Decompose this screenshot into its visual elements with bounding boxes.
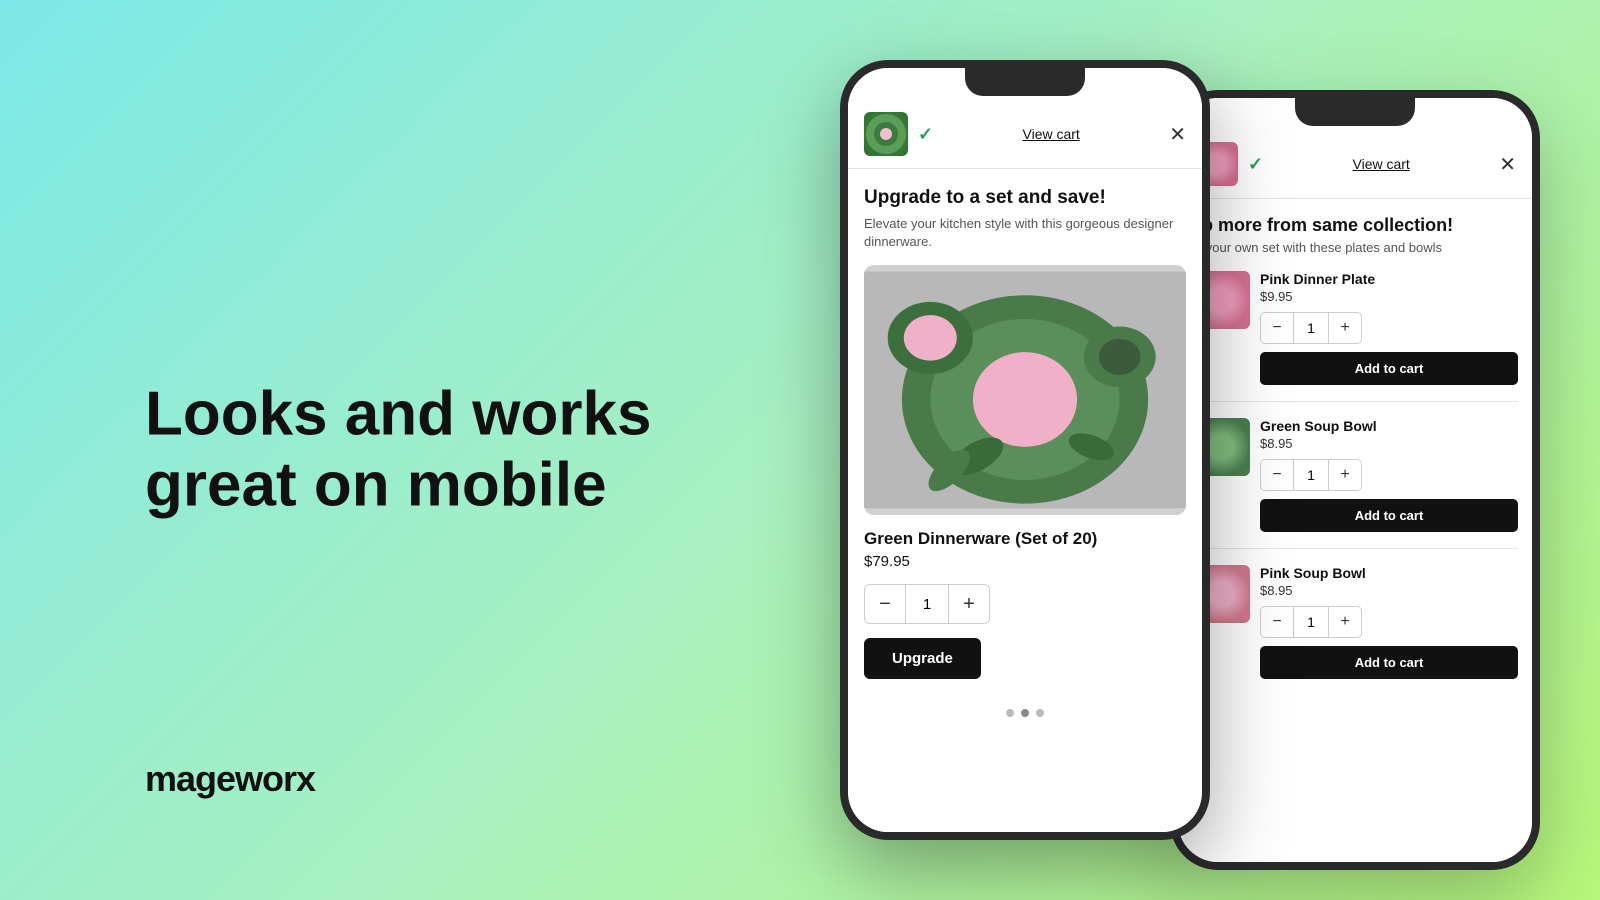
- product-3-qty-value: 1: [1293, 607, 1329, 637]
- phone1-qty-control: − 1 +: [864, 584, 990, 624]
- product-2-qty-plus[interactable]: +: [1329, 460, 1361, 490]
- product-3-add-cart-btn[interactable]: Add to cart: [1260, 646, 1518, 679]
- product-row-1-info: Pink Dinner Plate $9.95 − 1 + Add to car…: [1260, 271, 1518, 385]
- phone1-qty-plus[interactable]: +: [949, 585, 989, 623]
- phone1-thumb-svg: [864, 112, 908, 156]
- product-1-price: $9.95: [1260, 289, 1518, 304]
- product-row-2-info: Green Soup Bowl $8.95 − 1 + Add to cart: [1260, 418, 1518, 532]
- phone1-qty-minus[interactable]: −: [865, 585, 905, 623]
- divider-1: [1192, 401, 1518, 402]
- dot-3: [1036, 709, 1044, 717]
- phone1-view-cart[interactable]: View cart: [943, 126, 1159, 142]
- phone1-thumb-img: [864, 112, 908, 156]
- product-1-add-cart-btn[interactable]: Add to cart: [1260, 352, 1518, 385]
- product-3-qty-minus[interactable]: −: [1261, 607, 1293, 637]
- product-2-qty-value: 1: [1293, 460, 1329, 490]
- product-3-price: $8.95: [1260, 583, 1518, 598]
- phone1-close-btn[interactable]: ✕: [1169, 122, 1186, 147]
- product-1-qty-minus[interactable]: −: [1261, 313, 1293, 343]
- phone2-collection-title: ab more from same collection!: [1192, 215, 1518, 236]
- dot-1: [1006, 709, 1014, 717]
- phone2-screen: ✓ View cart ✕ ab more from same collecti…: [1178, 98, 1532, 862]
- product-2-qty: − 1 +: [1260, 459, 1362, 491]
- left-content: Looks and works great on mobile: [145, 379, 651, 522]
- phone1-upgrade-btn[interactable]: Upgrade: [864, 638, 981, 679]
- product-3-qty: − 1 +: [1260, 606, 1362, 638]
- product-row-2: Green Soup Bowl $8.95 − 1 + Add to cart: [1192, 418, 1518, 532]
- phone-1: ✓ View cart ✕ Upgrade to a set and save!…: [840, 60, 1210, 840]
- product-2-add-cart-btn[interactable]: Add to cart: [1260, 499, 1518, 532]
- phone2-body: ab more from same collection! ld your ow…: [1178, 199, 1532, 862]
- phone1-product-name: Green Dinnerware (Set of 20): [864, 529, 1186, 549]
- headline-line2: great on mobile: [145, 451, 607, 520]
- phone1-body: Upgrade to a set and save! Elevate your …: [848, 169, 1202, 697]
- product-1-qty-plus[interactable]: +: [1329, 313, 1361, 343]
- phone2-collection-desc: ld your own set with these plates and bo…: [1192, 240, 1518, 255]
- product-row-1: Pink Dinner Plate $9.95 − 1 + Add to car…: [1192, 271, 1518, 385]
- product-row-3-info: Pink Soup Bowl $8.95 − 1 + Add to cart: [1260, 565, 1518, 679]
- product-row-3: Pink Soup Bowl $8.95 − 1 + Add to cart: [1192, 565, 1518, 679]
- phones-container: ✓ View cart ✕ Upgrade to a set and save!…: [820, 0, 1600, 900]
- brand-logo: mageworx: [145, 758, 315, 800]
- phone1-product-image: [864, 265, 1186, 515]
- product-1-qty-value: 1: [1293, 313, 1329, 343]
- phone1-qty-value: 1: [905, 585, 949, 623]
- phone2-close-btn[interactable]: ✕: [1499, 152, 1516, 177]
- phone1-product-thumb: [864, 112, 908, 156]
- phone1-upgrade-title: Upgrade to a set and save!: [864, 187, 1186, 209]
- phone-2: ✓ View cart ✕ ab more from same collecti…: [1170, 90, 1540, 870]
- phone1-upgrade-desc: Elevate your kitchen style with this gor…: [864, 215, 1186, 251]
- phone1-screen: ✓ View cart ✕ Upgrade to a set and save!…: [848, 68, 1202, 832]
- phone1-product-price: $79.95: [864, 553, 1186, 570]
- product-3-qty-plus[interactable]: +: [1329, 607, 1361, 637]
- product-2-qty-minus[interactable]: −: [1261, 460, 1293, 490]
- product-2-price: $8.95: [1260, 436, 1518, 451]
- headline: Looks and works great on mobile: [145, 379, 651, 522]
- phone2-checkmark: ✓: [1248, 154, 1263, 175]
- phone1-notch: [965, 68, 1085, 96]
- dot-2: [1021, 709, 1029, 717]
- phone2-notch: [1295, 98, 1415, 126]
- product-1-name: Pink Dinner Plate: [1260, 271, 1518, 287]
- headline-line1: Looks and works: [145, 380, 651, 449]
- dinnerware-svg: [864, 265, 1186, 515]
- product-2-name: Green Soup Bowl: [1260, 418, 1518, 434]
- phone1-dots: [848, 697, 1202, 723]
- divider-2: [1192, 548, 1518, 549]
- phone1-checkmark: ✓: [918, 124, 933, 145]
- product-3-name: Pink Soup Bowl: [1260, 565, 1518, 581]
- product-1-qty: − 1 +: [1260, 312, 1362, 344]
- phone2-view-cart[interactable]: View cart: [1273, 156, 1489, 172]
